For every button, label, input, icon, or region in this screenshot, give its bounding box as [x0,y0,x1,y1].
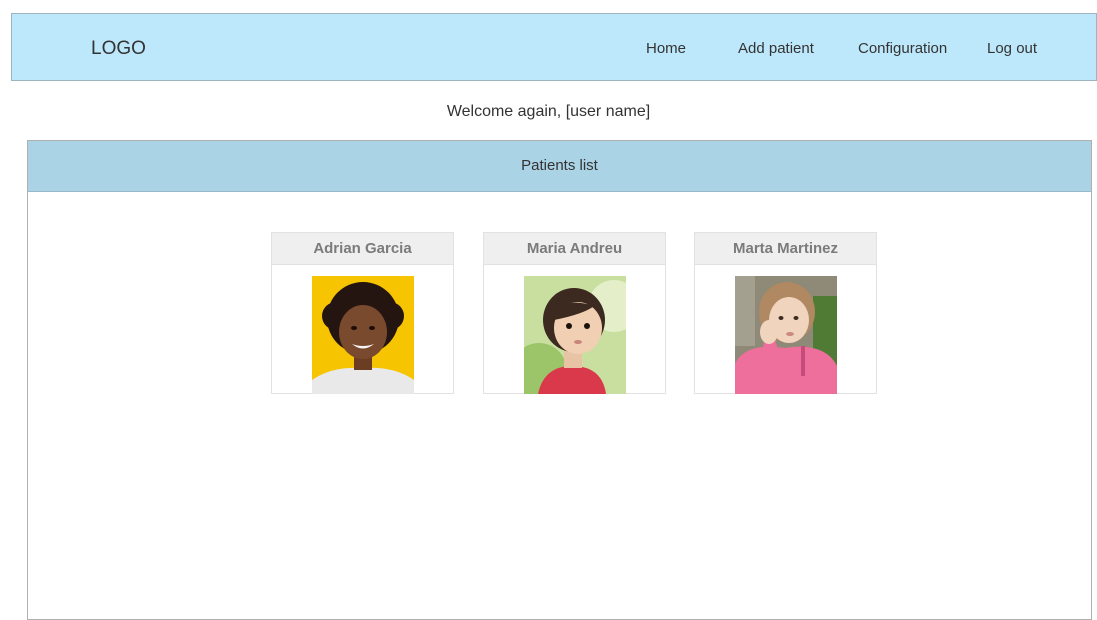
nav-log-out[interactable]: Log out [987,40,1037,57]
patient-photo[interactable] [735,276,837,394]
patient-photo[interactable] [312,276,414,394]
patient-name: Maria Andreu [484,233,665,265]
nav-add-patient[interactable]: Add patient [738,40,814,57]
nav-configuration[interactable]: Configuration [858,40,947,57]
logo: LOGO [91,38,146,59]
patient-photo[interactable] [524,276,626,394]
nav-home[interactable]: Home [646,40,686,57]
patient-card-adrian-garcia[interactable]: Adrian Garcia [271,232,454,394]
patients-panel: Patients list Adrian Garcia Maria Andreu [27,140,1092,620]
patient-card-marta-martinez[interactable]: Marta Martinez [694,232,877,394]
patient-name: Marta Martinez [695,233,876,265]
patients-panel-title: Patients list [28,141,1091,192]
patient-name: Adrian Garcia [272,233,453,265]
top-navbar: LOGO Home Add patient Configuration Log … [11,13,1097,81]
patient-card-maria-andreu[interactable]: Maria Andreu [483,232,666,394]
welcome-message: Welcome again, [user name] [446,103,651,120]
